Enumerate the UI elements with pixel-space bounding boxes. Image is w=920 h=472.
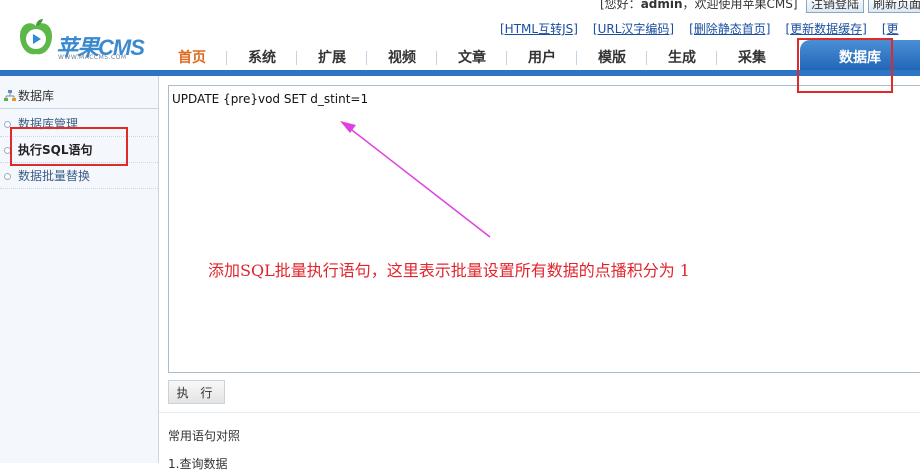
arrow-line [347, 126, 491, 238]
annotation-arrow [340, 121, 491, 238]
